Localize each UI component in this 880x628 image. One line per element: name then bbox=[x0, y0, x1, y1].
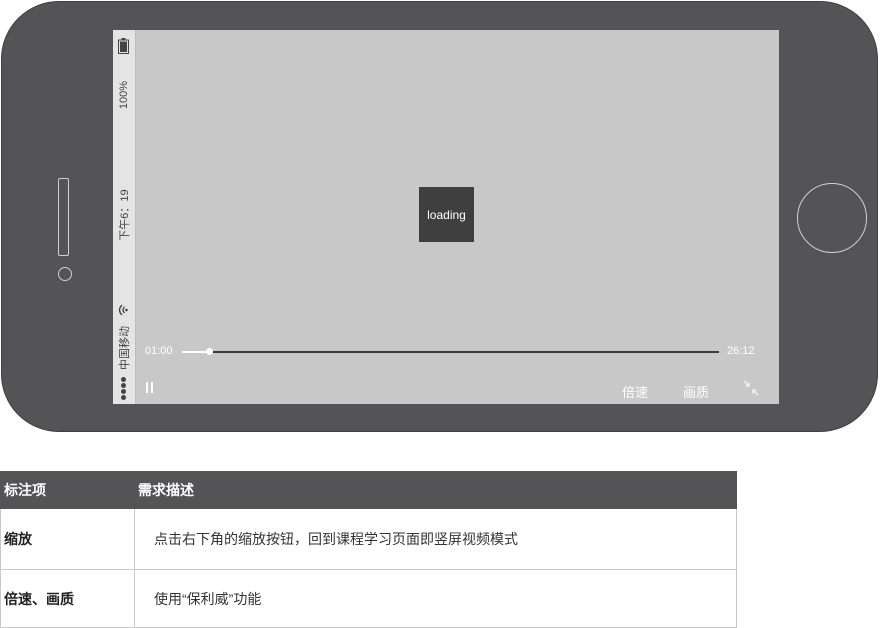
header-description: 需求描述 bbox=[134, 471, 737, 509]
status-time: 下午6：19 bbox=[119, 189, 131, 241]
quality-button[interactable]: 画质 bbox=[683, 382, 709, 401]
requirements-table: 标注项 需求描述 缩放 点击右下角的缩放按钮，回到课程学习页面即竖屏视频模式 倍… bbox=[0, 471, 737, 628]
pause-icon[interactable] bbox=[146, 382, 154, 393]
speaker-slot bbox=[58, 178, 69, 256]
row-description: 使用“保利威”功能 bbox=[134, 569, 737, 628]
battery-percent: 100% bbox=[118, 80, 130, 110]
carrier-name: 中国移动 bbox=[119, 326, 131, 370]
row-label: 倍速、画质 bbox=[0, 569, 135, 628]
current-time: 01:00 bbox=[145, 345, 173, 357]
speed-button[interactable]: 倍速 bbox=[622, 382, 648, 401]
table-row: 倍速、画质 使用“保利威”功能 bbox=[0, 569, 737, 628]
loading-indicator: loading bbox=[419, 187, 474, 242]
progress-handle[interactable] bbox=[205, 348, 213, 355]
total-time: 26:12 bbox=[727, 345, 755, 357]
status-bar: 100% 下午6：19 中国移动 bbox=[113, 30, 136, 404]
home-button[interactable] bbox=[797, 183, 867, 253]
row-label: 缩放 bbox=[0, 508, 135, 570]
header-annotation: 标注项 bbox=[0, 471, 135, 509]
progress-bar[interactable] bbox=[182, 348, 719, 355]
table-row: 缩放 点击右下角的缩放按钮，回到课程学习页面即竖屏视频模式 bbox=[0, 508, 737, 570]
battery-icon bbox=[118, 38, 129, 54]
front-camera bbox=[58, 267, 72, 281]
row-description: 点击右下角的缩放按钮，回到课程学习页面即竖屏视频模式 bbox=[134, 508, 737, 570]
progress-fill bbox=[182, 351, 209, 353]
shrink-icon[interactable] bbox=[743, 380, 759, 396]
signal-strength-icon bbox=[121, 377, 127, 401]
table-header-row: 标注项 需求描述 bbox=[0, 471, 737, 509]
wifi-icon bbox=[118, 304, 128, 316]
video-player-screen[interactable]: 100% 下午6：19 中国移动 loading 01:00 26:12 倍速 … bbox=[113, 30, 779, 404]
